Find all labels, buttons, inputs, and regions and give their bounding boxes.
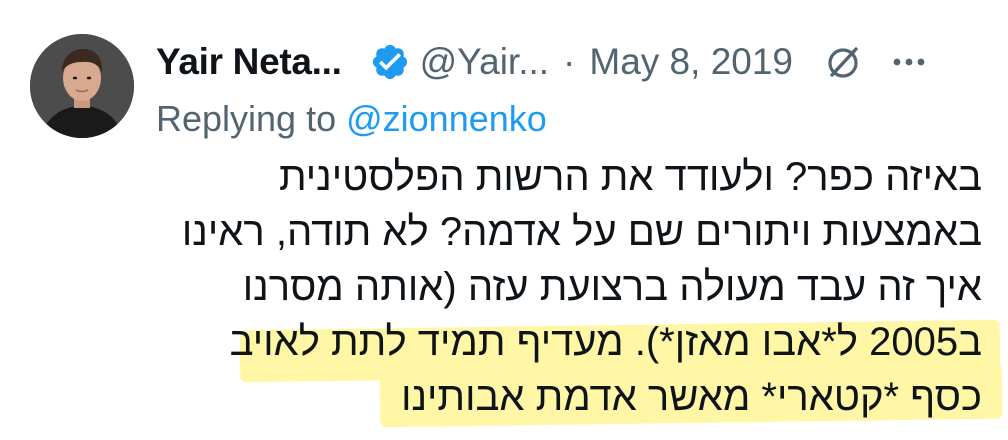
separator-dot: · <box>563 41 576 82</box>
tweet-body-line: ב2005 ל*אבו מאזן*). מעדיף תמיד לתת לאויב <box>229 320 982 364</box>
grok-icon[interactable] <box>823 42 863 82</box>
more-options-icon[interactable] <box>889 42 929 82</box>
reply-mention-link[interactable]: @zionnenko <box>346 98 547 139</box>
avatar[interactable] <box>30 34 134 138</box>
tweet-body-line: באיזה כפר? ולעודד את הרשות הפלסטינית <box>278 155 982 199</box>
verified-badge-icon[interactable] <box>370 42 410 82</box>
replying-to-line: Replying to @zionnenko <box>156 98 547 140</box>
tweet-body-line: איך זה עבד מעולה ברצועת עזה (אותה מסרנו <box>242 265 982 309</box>
avatar-photo <box>30 34 134 138</box>
replying-prefix: Replying to <box>156 98 347 139</box>
tweet-header: Yair Neta... @Yair... · May 8, 2019 <box>156 34 988 90</box>
author-display-name[interactable]: Yair Neta... <box>156 41 342 83</box>
tweet-body-line: באמצעות ויתורים שם על אדמה? לא תודה, ראי… <box>181 210 982 254</box>
author-handle[interactable]: @Yair... <box>420 41 549 83</box>
tweet-body: באיזה כפר? ולעודד את הרשות הפלסטינית באמ… <box>152 150 982 425</box>
tweet: Yair Neta... @Yair... · May 8, 2019 Repl… <box>0 0 1008 440</box>
tweet-body-line: כסף *קטארי* מאשר אדמת אבותינו <box>401 375 982 419</box>
tweet-date[interactable]: May 8, 2019 <box>589 41 793 83</box>
